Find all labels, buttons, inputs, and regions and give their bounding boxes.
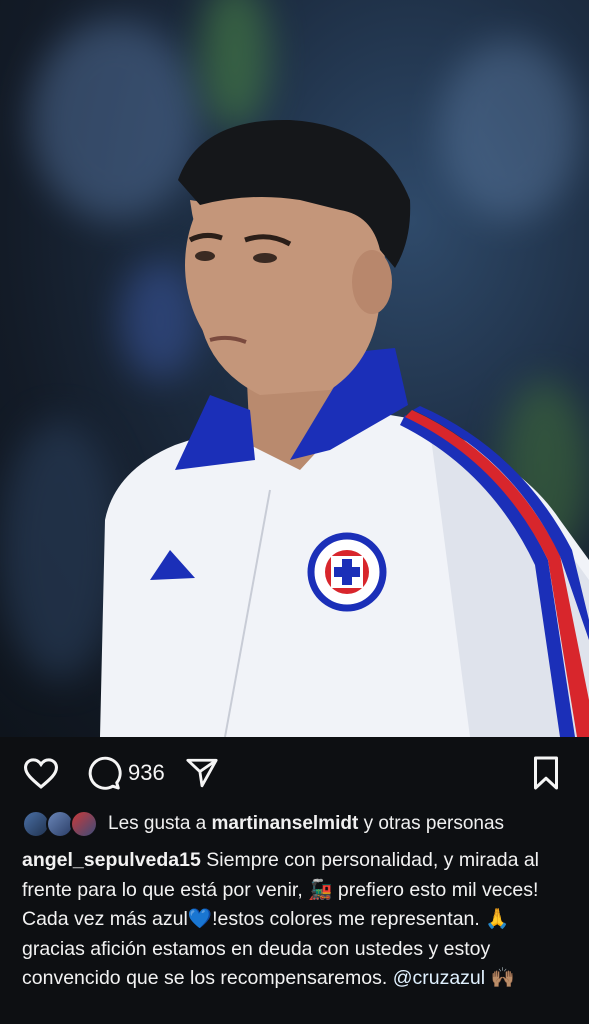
post-actions-bar: 936 [0,737,589,809]
share-button[interactable] [184,755,220,791]
raised-hands-emoji: 🙌🏽 [490,967,515,989]
bookmark-icon [534,756,558,790]
train-emoji: 🚂 [308,878,333,901]
comment-icon [88,756,122,790]
caption-text: !estos colores me representan. [212,908,486,930]
post-caption: angel_sepulveda15 Siempre con personalid… [22,846,572,994]
blue-heart-emoji: 💙 [187,908,213,930]
heart-icon [23,758,59,789]
save-button[interactable] [530,755,562,791]
liker-avatars [22,808,100,840]
player-figure [100,119,589,737]
caption-username[interactable]: angel_sepulveda15 [22,849,201,871]
comment-button[interactable]: 936 [86,755,165,791]
likes-prefix: Les gusta a [108,813,207,834]
post-image[interactable] [0,0,589,737]
liker-username[interactable]: martinanselmidt [212,813,359,834]
like-button[interactable] [22,755,60,791]
comment-count: 936 [128,760,165,785]
share-icon [186,758,218,788]
pray-emoji: 🙏 [485,908,510,930]
likes-suffix[interactable]: y otras personas [364,813,504,834]
mention-link[interactable]: @cruzazul [393,967,485,989]
likes-summary[interactable]: Les gusta a martinanselmidt y otras pers… [22,806,504,842]
avatar [70,810,98,838]
likes-text: Les gusta a martinanselmidt y otras pers… [108,813,504,835]
